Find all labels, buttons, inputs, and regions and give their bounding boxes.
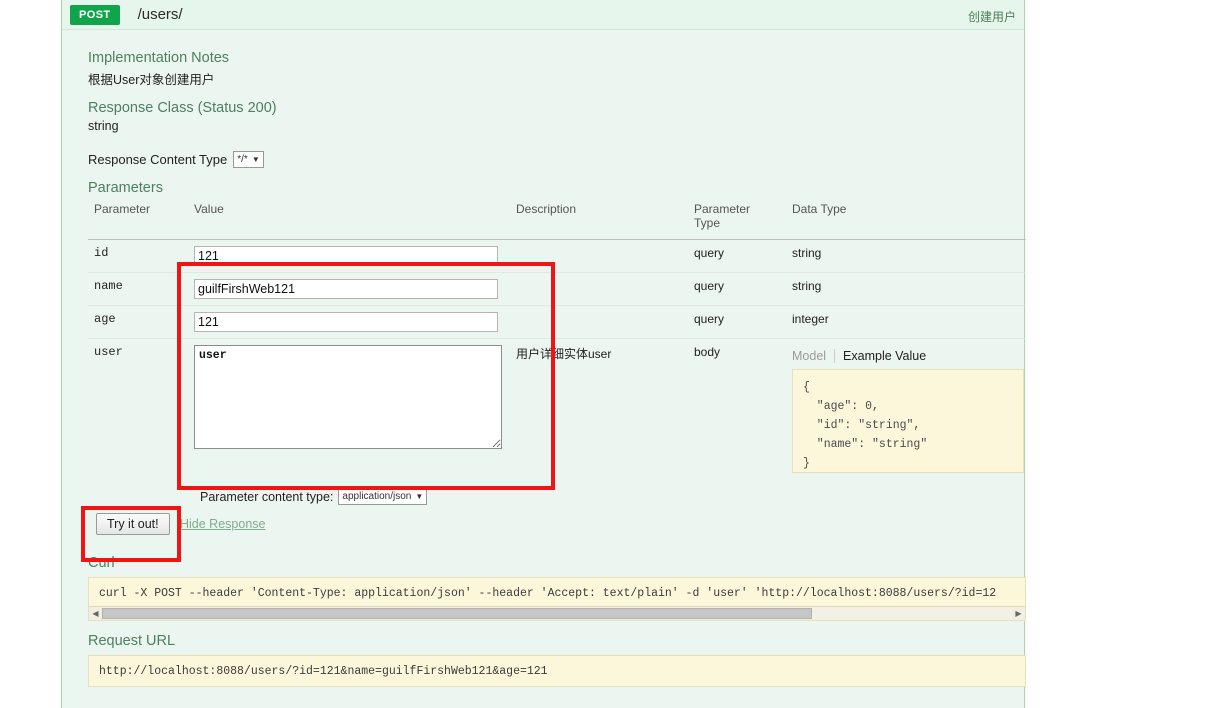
header-description: Description — [510, 202, 688, 240]
operation-header[interactable]: POST /users/ 创建用户 — [62, 0, 1024, 30]
curl-block: curl -X POST --header 'Content-Type: app… — [88, 577, 1026, 621]
operation-summary: 创建用户 — [967, 10, 1016, 24]
parameters-table: Parameter Value Description Parameter Typ… — [88, 202, 1026, 479]
param-value-cell-user: user — [188, 339, 510, 480]
param-type-user: body — [694, 345, 721, 359]
header-data-type: Data Type — [786, 202, 1026, 240]
scroll-right-icon[interactable]: ▶ — [1012, 609, 1025, 618]
chevron-down-icon: ▼ — [415, 492, 424, 501]
param-desc-id — [510, 239, 688, 273]
operation-panel: POST /users/ 创建用户 Implementation Notes 根… — [61, 0, 1026, 708]
param-datatype-name: string — [786, 272, 1026, 306]
param-input-name[interactable] — [194, 279, 498, 299]
param-name-user: user — [94, 345, 123, 359]
hide-response-link[interactable]: Hide Response — [180, 517, 265, 531]
request-url-title: Request URL — [88, 633, 176, 649]
scrollbar-thumb[interactable] — [102, 608, 812, 619]
scroll-left-icon[interactable]: ◀ — [89, 609, 102, 618]
actions-row: Parameter content type: application/json… — [88, 485, 1000, 543]
response-content-type-row: Response Content Type */* ▼ — [88, 151, 1000, 168]
param-name-name: name — [88, 272, 188, 306]
chevron-down-icon: ▼ — [251, 155, 260, 164]
param-value-cell-id — [188, 239, 510, 273]
header-parameter-type-line1: Parameter — [694, 202, 751, 216]
http-method-badge: POST — [70, 4, 120, 25]
header-value: Value — [188, 202, 510, 240]
request-url-value: http://localhost:8088/users/?id=121&name… — [99, 665, 548, 678]
implementation-notes-title: Implementation Notes — [88, 50, 230, 66]
param-input-age[interactable] — [194, 312, 498, 332]
param-input-id[interactable] — [194, 246, 498, 266]
param-type-age: query — [688, 305, 786, 339]
param-textarea-user[interactable]: user — [194, 345, 502, 449]
param-name-id: id — [88, 239, 188, 273]
curl-command: curl -X POST --header 'Content-Type: app… — [99, 587, 997, 600]
implementation-notes-text: 根据User对象创建用户 — [88, 73, 215, 87]
example-value-json: { "age": 0, "id": "string", "name": "str… — [792, 369, 1024, 473]
parameters-title: Parameters — [88, 180, 163, 196]
request-url-block: http://localhost:8088/users/?id=121&name… — [88, 655, 1026, 687]
param-datatype-age: integer — [786, 305, 1026, 339]
curl-horizontal-scrollbar[interactable]: ◀ ▶ — [89, 606, 1025, 620]
operation-path: /users/ — [137, 6, 183, 23]
parameter-content-type-select[interactable]: application/json ▼ — [338, 488, 428, 505]
param-desc-age — [510, 305, 688, 339]
header-parameter: Parameter — [88, 202, 188, 240]
response-class-title: Response Class (Status 200) — [88, 100, 277, 116]
param-desc-name — [510, 272, 688, 306]
header-parameter-type: Parameter Type — [688, 202, 786, 240]
curl-title: Curl — [88, 555, 115, 571]
parameter-content-type-row: Parameter content type: application/json… — [200, 488, 428, 505]
param-desc-user: 用户详细实体user — [516, 347, 612, 361]
tab-example-value[interactable]: Example Value — [834, 349, 934, 363]
parameter-content-type-value: application/json — [342, 491, 412, 502]
param-datatype-id: string — [786, 239, 1026, 273]
screenshot-root: POST /users/ 创建用户 Implementation Notes 根… — [0, 0, 1219, 708]
parameter-content-type-label: Parameter content type: — [200, 489, 334, 504]
table-row: id query string — [88, 239, 1026, 273]
param-value-cell-name — [188, 272, 510, 306]
table-row: name query string — [88, 272, 1026, 306]
param-name-age: age — [88, 305, 188, 339]
param-type-id: query — [688, 239, 786, 273]
scrollbar-track[interactable] — [102, 608, 1012, 619]
header-parameter-type-line2: Type — [694, 216, 721, 230]
response-content-type-label: Response Content Type — [88, 152, 228, 167]
param-datatype-user: Model Example Value { "age": 0, "id": "s… — [786, 339, 1026, 480]
table-row: user user 用户详细实体user body Model Example … — [88, 339, 1026, 480]
response-content-type-select[interactable]: */* ▼ — [233, 151, 264, 168]
response-class-text: string — [88, 119, 119, 133]
param-value-cell-age — [188, 305, 510, 339]
try-it-out-button[interactable]: Try it out! — [96, 513, 170, 535]
model-example-tabs: Model Example Value — [792, 345, 1020, 363]
param-type-name: query — [688, 272, 786, 306]
response-content-type-value: */* — [237, 154, 248, 165]
operation-body: Implementation Notes 根据User对象创建用户 Respon… — [62, 30, 1026, 687]
table-row: age query integer — [88, 305, 1026, 339]
parameters-table-header-row: Parameter Value Description Parameter Typ… — [88, 202, 1026, 240]
tab-model[interactable]: Model — [792, 349, 834, 363]
